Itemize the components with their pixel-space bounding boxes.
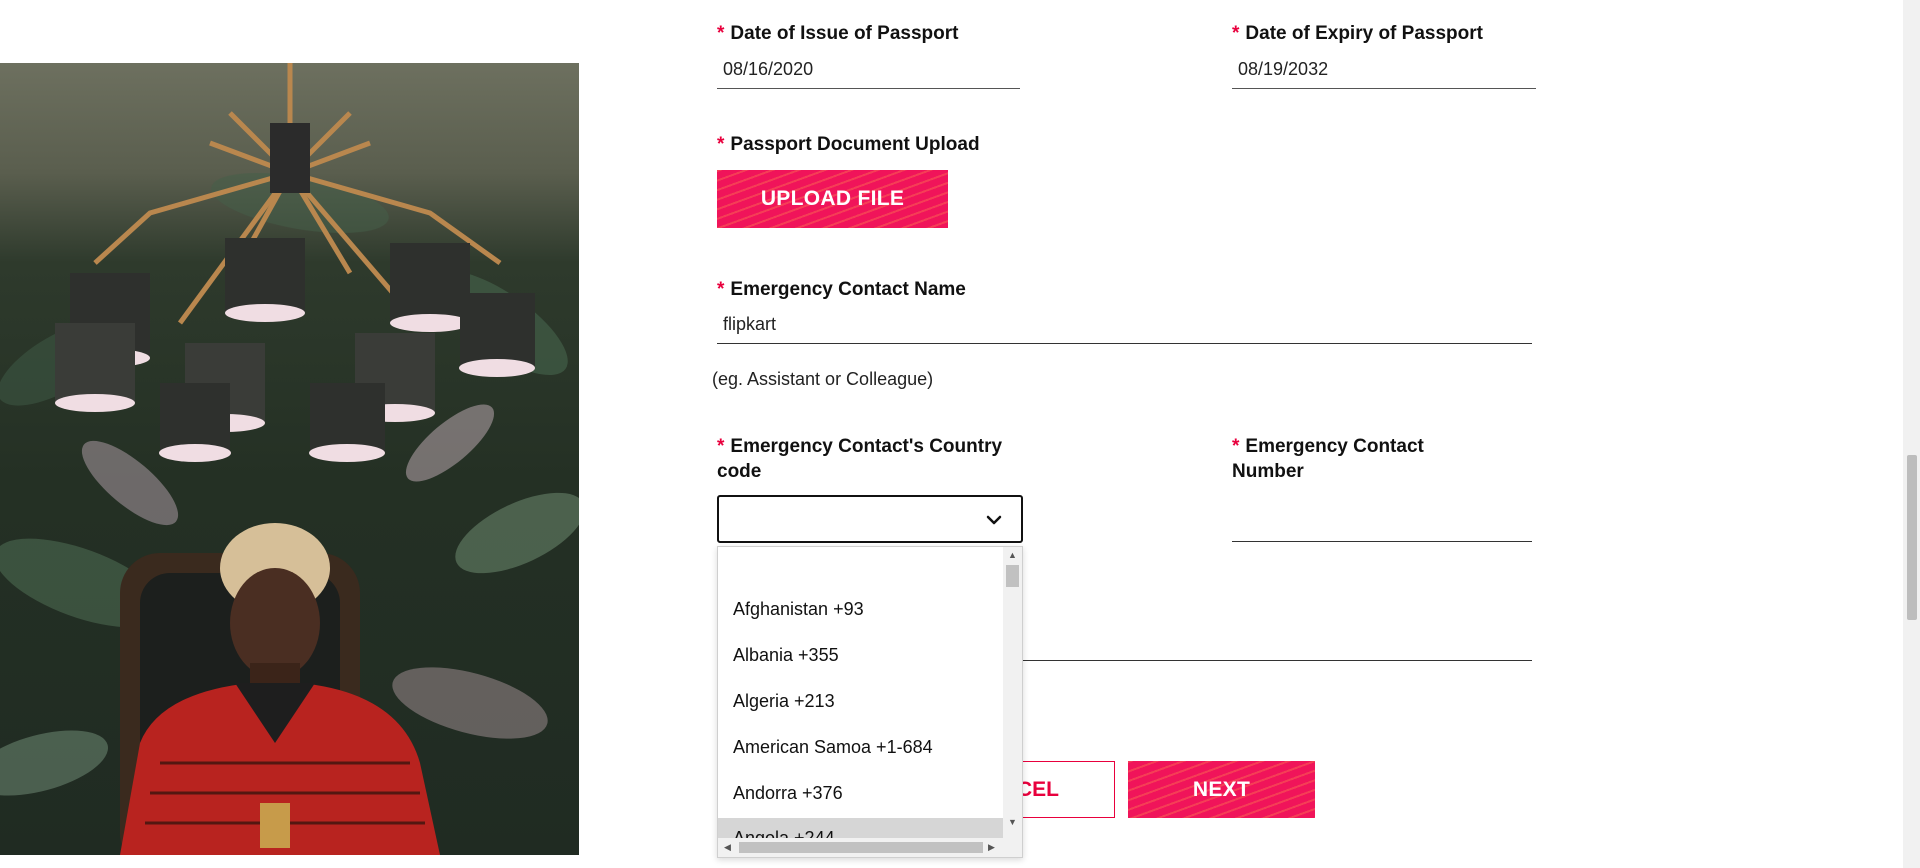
page-scrollbar[interactable]: [1903, 0, 1920, 868]
dropdown-option[interactable]: Algeria +213: [733, 691, 835, 712]
dropdown-options: Afghanistan +93 Albania +355 Algeria +21…: [718, 547, 1004, 839]
hidden-field-underline: [1023, 660, 1532, 661]
contact-number-input[interactable]: [1232, 508, 1532, 542]
scroll-down-arrow-icon[interactable]: ▼: [1008, 817, 1017, 827]
passport-upload-label: * Passport Document Upload: [717, 134, 980, 155]
emergency-name-hint: (eg. Assistant or Colleague): [712, 369, 934, 389]
dropdown-option[interactable]: Albania +355: [733, 645, 839, 666]
dropdown-option[interactable]: American Samoa +1-684: [733, 737, 933, 758]
dropdown-horizontal-thumb[interactable]: [739, 842, 983, 853]
page-scrollbar-thumb[interactable]: [1907, 455, 1917, 620]
emergency-name-label: * Emergency Contact Name: [717, 279, 966, 300]
dropdown-horizontal-scrollbar[interactable]: ◀ ▶: [718, 838, 1022, 857]
expiry-date-input[interactable]: [1232, 55, 1536, 89]
scroll-right-arrow-icon[interactable]: ▶: [988, 842, 995, 852]
chevron-down-icon: [986, 515, 1002, 525]
country-code-dropdown[interactable]: Afghanistan +93 Albania +355 Algeria +21…: [717, 546, 1023, 858]
contact-number-label: * Emergency Contact Number: [1232, 436, 1424, 482]
dropdown-option[interactable]: Andorra +376: [733, 783, 843, 804]
expiry-date-label: * Date of Expiry of Passport: [1232, 23, 1483, 44]
dropdown-option[interactable]: Afghanistan +93: [733, 599, 864, 620]
decorative-photo: [0, 63, 579, 855]
chandelier-portrait-image: [0, 63, 579, 855]
scroll-up-arrow-icon[interactable]: ▲: [1008, 550, 1017, 560]
next-button[interactable]: NEXT: [1128, 761, 1315, 818]
country-code-select[interactable]: [717, 495, 1023, 543]
upload-file-button[interactable]: UPLOAD FILE: [717, 170, 948, 228]
dropdown-vertical-scrollbar[interactable]: ▲ ▼: [1003, 547, 1022, 839]
scroll-left-arrow-icon[interactable]: ◀: [724, 842, 731, 852]
country-code-label: * Emergency Contact's Country code: [717, 436, 1003, 482]
emergency-name-input[interactable]: [717, 310, 1532, 344]
issue-date-label: * Date of Issue of Passport: [717, 23, 959, 44]
dropdown-vertical-thumb[interactable]: [1006, 565, 1019, 587]
issue-date-input[interactable]: [717, 55, 1020, 89]
